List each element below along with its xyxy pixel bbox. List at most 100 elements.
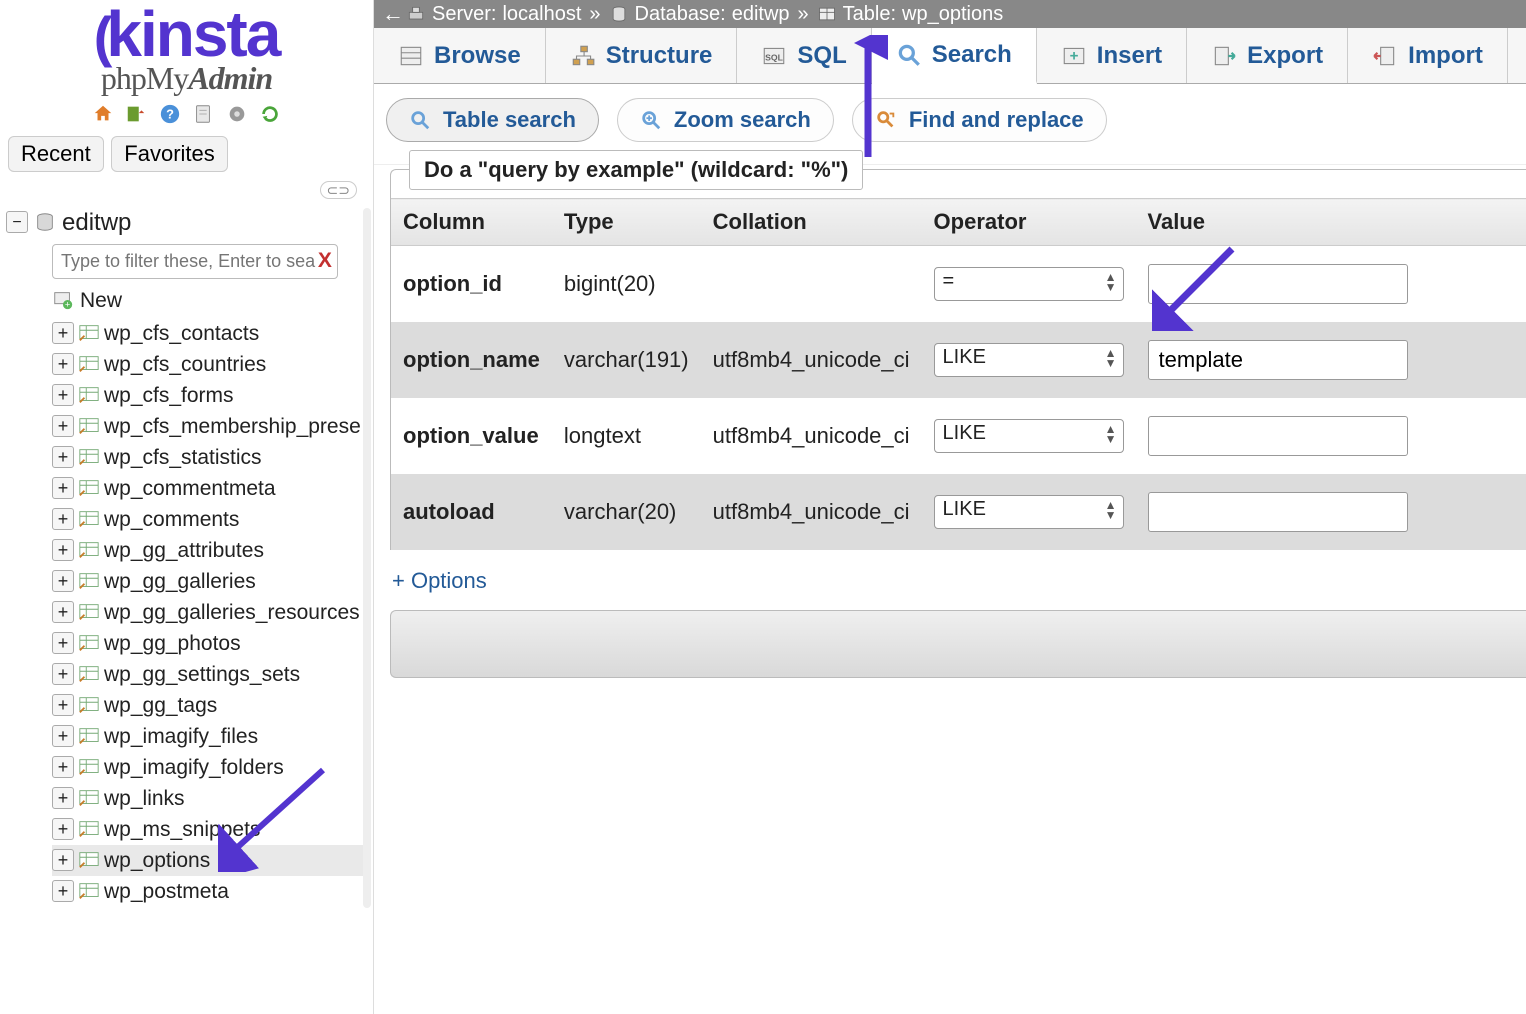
help-icon[interactable]: ? (159, 103, 181, 125)
operator-select[interactable]: =▲▼ (934, 267, 1124, 301)
tree-table-item[interactable]: +wp_cfs_countries (52, 349, 369, 380)
tree-table-item[interactable]: +wp_ms_snippets (52, 814, 369, 845)
new-table-link[interactable]: + New (52, 285, 369, 316)
favorites-button[interactable]: Favorites (111, 136, 227, 172)
bc-server-value[interactable]: localhost (502, 3, 581, 26)
expand-icon[interactable]: + (52, 477, 74, 499)
reload-icon[interactable] (259, 103, 281, 125)
value-input[interactable] (1148, 264, 1408, 304)
tree-table-item[interactable]: +wp_imagify_files (52, 721, 369, 752)
expand-icon[interactable]: + (52, 880, 74, 902)
expand-icon[interactable]: + (52, 787, 74, 809)
new-label: New (80, 285, 122, 316)
tree-table-item[interactable]: +wp_cfs_membership_prese (52, 411, 369, 442)
expand-icon[interactable]: + (52, 601, 74, 623)
expand-icon[interactable]: + (52, 570, 74, 592)
bc-table-value[interactable]: wp_options (902, 3, 1003, 26)
table-icon (78, 478, 100, 498)
tab-label: Search (932, 41, 1012, 69)
table-label: wp_options (104, 845, 210, 876)
tree-table-item[interactable]: +wp_gg_tags (52, 690, 369, 721)
tab-import[interactable]: Import (1348, 28, 1508, 83)
tree-table-item[interactable]: +wp_comments (52, 504, 369, 535)
expand-icon[interactable]: + (52, 663, 74, 685)
value-input[interactable] (1148, 492, 1408, 532)
expand-icon[interactable]: + (52, 632, 74, 654)
table-label: wp_gg_galleries (104, 566, 256, 597)
table-icon (78, 695, 100, 715)
tab-export[interactable]: Export (1187, 28, 1348, 83)
tab-search[interactable]: Search (872, 28, 1037, 84)
expand-icon[interactable]: + (52, 322, 74, 344)
collapse-link-icon[interactable]: ⊂⊃ (0, 176, 373, 207)
zoom-search-button[interactable]: Zoom search (617, 98, 834, 142)
table-icon (78, 664, 100, 684)
tree-table-item[interactable]: +wp_links (52, 783, 369, 814)
query-by-example-panel: Do a "query by example" (wildcard: "%") … (390, 169, 1526, 550)
docs-icon[interactable] (192, 103, 214, 125)
tree-table-item[interactable]: +wp_gg_attributes (52, 535, 369, 566)
tree-table-item[interactable]: +wp_gg_photos (52, 628, 369, 659)
sidebar-scrollbar[interactable] (363, 208, 371, 908)
tab-browse[interactable]: Browse (374, 28, 546, 83)
header-type: Type (552, 199, 701, 246)
table-icon (78, 447, 100, 467)
tree-table-item[interactable]: +wp_gg_settings_sets (52, 659, 369, 690)
col-name: option_name (391, 322, 552, 398)
tab-insert[interactable]: +Insert (1037, 28, 1187, 83)
tree-table-item[interactable]: + wp_options (52, 845, 369, 876)
back-icon[interactable]: ← (382, 1, 400, 27)
table-label: wp_cfs_forms (104, 380, 234, 411)
table-icon (78, 509, 100, 529)
sql-icon: SQL (761, 43, 787, 69)
expand-icon[interactable]: + (52, 725, 74, 747)
expand-icon[interactable]: + (52, 756, 74, 778)
collapse-icon[interactable]: − (6, 211, 28, 233)
expand-icon[interactable]: + (52, 849, 74, 871)
table-label: wp_imagify_folders (104, 752, 284, 783)
recent-button[interactable]: Recent (8, 136, 104, 172)
tree-table-item[interactable]: +wp_gg_galleries_resources (52, 597, 369, 628)
operator-select[interactable]: LIKE▲▼ (934, 343, 1124, 377)
tree-table-item[interactable]: + wp_gg_galleries (52, 566, 369, 597)
sidebar-mini-toolbar: ? (0, 97, 373, 132)
bc-db-value[interactable]: editwp (732, 3, 790, 26)
tree-table-item[interactable]: +wp_commentmeta (52, 473, 369, 504)
tree-table-item[interactable]: + wp_imagify_folders (52, 752, 369, 783)
expand-icon[interactable]: + (52, 818, 74, 840)
expand-icon[interactable]: + (52, 539, 74, 561)
col-type: varchar(20) (552, 474, 701, 550)
clear-filter-icon[interactable]: X (318, 249, 332, 272)
col-name: autoload (391, 474, 552, 550)
tree-table-item[interactable]: + wp_cfs_forms (52, 380, 369, 411)
expand-icon[interactable]: + (52, 384, 74, 406)
find-replace-button[interactable]: Find and replace (852, 98, 1107, 142)
options-toggle[interactable]: + Options (382, 550, 1526, 606)
col-collation (701, 246, 922, 323)
value-input[interactable] (1148, 416, 1408, 456)
gear-icon[interactable] (226, 103, 248, 125)
tree-table-item[interactable]: +wp_postmeta (52, 876, 369, 907)
expand-icon[interactable]: + (52, 446, 74, 468)
operator-select[interactable]: LIKE▲▼ (934, 495, 1124, 529)
sidebar: KInsta phpMyAdmin ? Recent Favorites ⊂⊃ … (0, 0, 374, 1014)
expand-icon[interactable]: + (52, 415, 74, 437)
expand-icon[interactable]: + (52, 694, 74, 716)
db-name-label[interactable]: editwp (62, 207, 131, 238)
db-node[interactable]: − editwp (6, 207, 369, 238)
value-input[interactable] (1148, 340, 1408, 380)
tab-label: Import (1408, 42, 1483, 70)
expand-icon[interactable]: + (52, 353, 74, 375)
svg-text:+: + (1069, 47, 1078, 64)
expand-icon[interactable]: + (52, 508, 74, 530)
exit-icon[interactable] (125, 103, 147, 125)
svg-text:SQL: SQL (765, 52, 784, 62)
tab-sql[interactable]: SQLSQL (737, 28, 871, 83)
tree-table-item[interactable]: +wp_cfs_contacts (52, 318, 369, 349)
table-search-button[interactable]: Table search (386, 98, 599, 142)
tree-filter-input[interactable] (52, 244, 338, 279)
tree-table-item[interactable]: +wp_cfs_statistics (52, 442, 369, 473)
tab-structure[interactable]: Structure (546, 28, 738, 83)
home-icon[interactable] (92, 103, 114, 125)
operator-select[interactable]: LIKE▲▼ (934, 419, 1124, 453)
